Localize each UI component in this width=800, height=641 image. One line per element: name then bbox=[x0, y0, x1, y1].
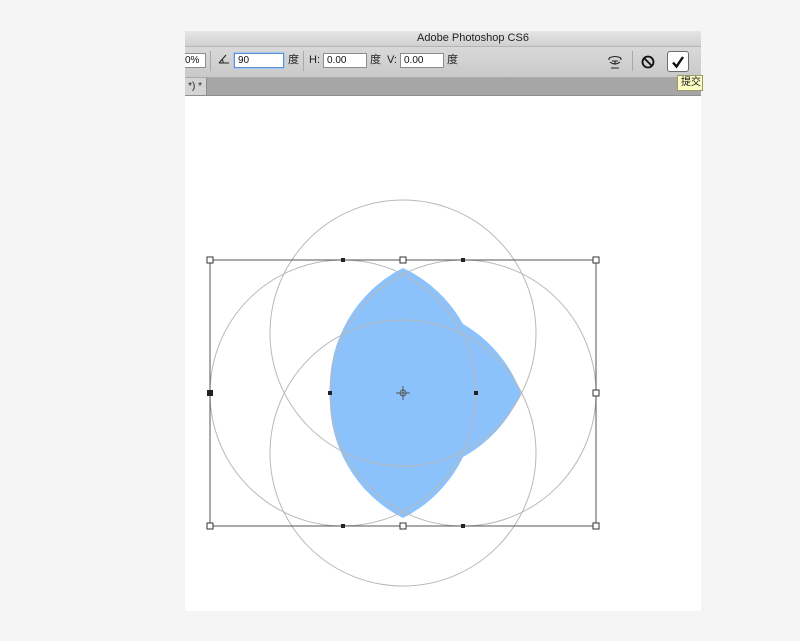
handle-top-right bbox=[592, 256, 600, 264]
photoshop-window: Adobe Photoshop CS6 度 H: 度 V: 度 *) * bbox=[185, 31, 701, 611]
anchor-point bbox=[341, 258, 345, 262]
handle-bottom-left bbox=[206, 522, 214, 530]
blue-shape bbox=[329, 268, 521, 518]
anchor-point bbox=[474, 391, 478, 395]
anchor-point bbox=[341, 524, 345, 528]
anchor-point bbox=[207, 390, 213, 396]
handle-top-middle bbox=[399, 256, 407, 264]
anchor-point bbox=[461, 258, 465, 262]
handle-right-middle bbox=[592, 389, 600, 397]
handle-top-left bbox=[206, 256, 214, 264]
handle-bottom-middle bbox=[399, 522, 407, 530]
anchor-point bbox=[328, 391, 332, 395]
handle-bottom-right bbox=[592, 522, 600, 530]
anchor-point bbox=[461, 524, 465, 528]
commit-tooltip: 提交 bbox=[677, 75, 703, 91]
document-canvas[interactable] bbox=[185, 31, 701, 611]
